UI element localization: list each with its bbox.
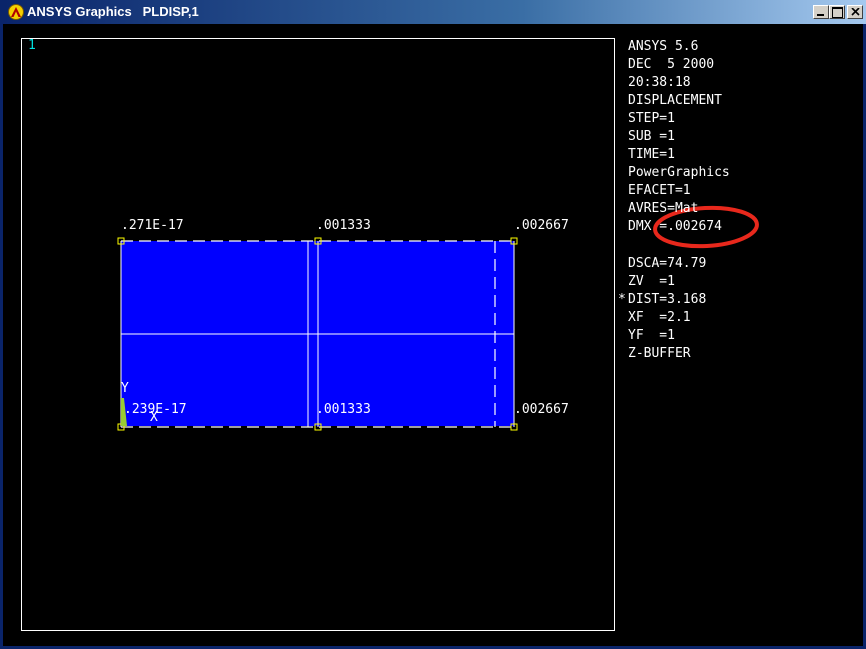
legend-powergraphics: PowerGraphics [628,165,730,180]
legend-step: STEP=1 [628,111,675,126]
triad-y-label: Y [121,381,129,396]
legend-time: 20:38:18 [628,75,691,90]
top-label-mid: .001333 [316,218,371,233]
legend-date: DEC 5 2000 [628,57,715,72]
legend-avres: AVRES=Mat [628,201,699,216]
top-label-right: .002667 [514,218,569,233]
dist-marker: * [618,292,626,307]
top-label-left: .271E-17 [121,218,184,233]
bottom-label-right: .002667 [514,402,569,417]
legend-product: ANSYS 5.6 [628,39,699,54]
legend-result-type: DISPLACEMENT [628,93,722,108]
legend-yf: YF =1 [628,328,675,343]
legend-dsca: DSCA=74.79 [628,256,707,271]
legend-zbuffer: Z-BUFFER [628,346,691,361]
legend-dmx: DMX =.002674 [628,219,722,234]
bottom-label-mid: .001333 [316,402,371,417]
displacement-plot [117,205,759,431]
legend-time-value: TIME=1 [628,147,675,162]
triad-x-label: X [150,410,158,425]
legend-zv: ZV =1 [628,274,675,289]
ansys-graphics-window: ANSYS Graphics PLDISP,1 1 .271E-17 .0013… [0,0,866,649]
legend-dist: DIST=3.168 [628,292,707,307]
legend-xf: XF =2.1 [628,310,691,325]
legend-efacet: EFACET=1 [628,183,691,198]
legend-sub: SUB =1 [628,129,675,144]
